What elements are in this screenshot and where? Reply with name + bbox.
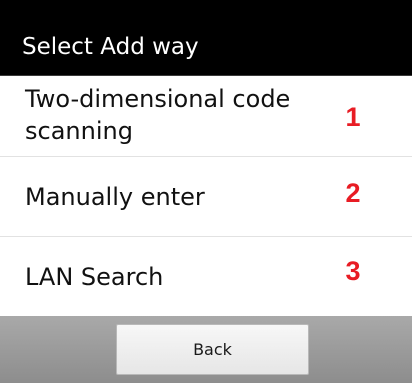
- option-qr-code-scanning[interactable]: Two-dimensional code scanning 1: [0, 76, 412, 157]
- back-button[interactable]: Back: [116, 324, 309, 375]
- option-label: Manually enter: [25, 183, 205, 211]
- dialog-title-bar: Select Add way: [0, 0, 412, 76]
- dialog-button-bar: Back: [0, 316, 412, 383]
- dialog-title: Select Add way: [22, 34, 199, 60]
- option-number-annotation: 3: [345, 256, 361, 286]
- option-label: Two-dimensional code scanning: [25, 85, 291, 145]
- option-manually-enter[interactable]: Manually enter 2: [0, 157, 412, 237]
- back-button-label: Back: [193, 340, 232, 359]
- option-number-annotation: 2: [345, 178, 361, 208]
- option-number-annotation: 1: [345, 102, 361, 132]
- option-label: LAN Search: [25, 263, 164, 291]
- option-lan-search[interactable]: LAN Search 3: [0, 237, 412, 316]
- select-add-way-dialog: Select Add way Two-dimensional code scan…: [0, 0, 412, 383]
